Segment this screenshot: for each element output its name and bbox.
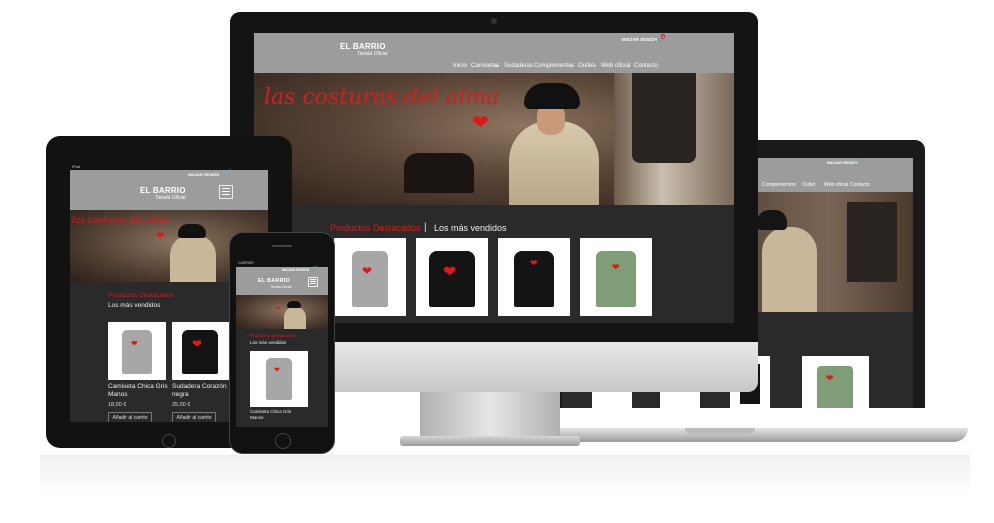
tablet-login-link[interactable]: INICIAR SESIÓN [188, 172, 219, 177]
laptop-nav: Complementos Outlet Web oficial Contacto [762, 182, 913, 192]
heart-icon: ❤ [612, 262, 620, 272]
chevron-down-icon: ▾ [594, 63, 597, 68]
hero-hat [524, 83, 580, 109]
chevron-down-icon: ▾ [570, 63, 573, 68]
floor-reflection [40, 455, 970, 495]
hero-vest-mannequin [632, 73, 696, 163]
nav-outlet[interactable]: Outlet [578, 63, 594, 69]
hero-sewing-machine [404, 153, 474, 193]
brand-logo[interactable]: EL BARRIO [340, 42, 386, 51]
heart-icon: ❤ [443, 264, 457, 281]
nav-web-oficial[interactable]: Web oficial [601, 63, 630, 69]
hamburger-menu-icon[interactable] [308, 277, 318, 287]
nav-contacto[interactable]: Contacto [634, 63, 658, 69]
cart-icon[interactable]: 🛒 [312, 266, 318, 272]
hero-script-text: las costuras del alma [72, 216, 169, 226]
hero-hat [757, 210, 787, 230]
brand-tagline: Tienda Oficial [270, 285, 292, 289]
heart-icon: ❤ [472, 112, 489, 134]
camera-dot [491, 18, 497, 24]
chevron-down-icon: ▾ [496, 63, 499, 68]
product-price-1: 18,00 € [108, 402, 127, 408]
phone-hero: ❤ [236, 295, 328, 329]
phone-speaker [272, 245, 292, 247]
phone-login-link[interactable]: INICIAR SESIÓN [282, 268, 309, 272]
login-link[interactable]: INICIAR SESIÓN [622, 37, 657, 42]
brand-logo[interactable]: EL BARRIO [258, 278, 290, 284]
tablet-home-button[interactable] [162, 434, 176, 448]
add-to-cart-button-1[interactable]: Añadir al carrito [108, 412, 152, 422]
product-name-2[interactable]: Sudadera Corazón negra [172, 383, 232, 399]
product-name-1[interactable]: Camiseta Chica Gris Manos [108, 383, 168, 399]
hero-banner: ❤ las costuras del alma [254, 73, 734, 205]
hero-vest-mannequin [847, 202, 897, 282]
laptop-nav-web-oficial[interactable]: Web oficial [824, 182, 848, 188]
tab-best-sellers[interactable]: Los más vendidos [434, 223, 507, 233]
nav-complementos[interactable]: Complementos [534, 63, 574, 69]
laptop-nav-complementos[interactable]: Complementos [762, 182, 796, 188]
phone-device: CARRIER INICIAR SESIÓN 🛒 EL BARRIO Tiend… [229, 232, 335, 454]
phone-screen: CARRIER INICIAR SESIÓN 🛒 EL BARRIO Tiend… [236, 261, 328, 427]
phone-status-bar: CARRIER [238, 261, 254, 265]
brand-logo[interactable]: EL BARRIO [140, 186, 186, 195]
phone-home-button[interactable] [275, 433, 291, 449]
laptop-nav-outlet[interactable]: Outlet [802, 182, 815, 188]
product-price-2: 25,00 € [172, 402, 191, 408]
nav-sudaderas[interactable]: Sudaderas [504, 63, 533, 69]
laptop-nav-contacto[interactable]: Contacto [850, 182, 870, 188]
hero-man-figure [762, 227, 817, 312]
heart-icon: ❤ [276, 306, 281, 312]
tab-featured[interactable]: Productos Destacados [108, 292, 173, 299]
add-to-cart-button-2[interactable]: Añadir al carrito [172, 412, 216, 422]
heart-icon: ❤ [530, 258, 538, 268]
hero-script-text: las costuras del alma [264, 85, 500, 110]
heart-icon: ❤ [131, 339, 138, 348]
desktop-stand-foot [400, 436, 580, 446]
product-name-1[interactable]: Camiseta Chica Gris Manos [250, 409, 302, 420]
heart-icon: ❤ [192, 337, 203, 351]
hamburger-menu-icon[interactable] [219, 185, 233, 199]
brand-tagline: Tienda Oficial [155, 195, 186, 201]
heart-icon: ❤ [826, 373, 834, 383]
desktop-stand [420, 390, 560, 442]
heart-icon: ❤ [156, 231, 165, 242]
cart-icon[interactable]: 🛒 [854, 158, 861, 165]
brand-tagline: Tienda Oficial [357, 51, 388, 57]
tab-best-sellers[interactable]: Los más vendidos [250, 340, 286, 345]
tab-separator: | [424, 222, 427, 233]
nav-inicio[interactable]: Inicio [453, 63, 467, 69]
tab-best-sellers[interactable]: Los más vendidos [108, 302, 160, 309]
heart-icon: ❤ [362, 264, 373, 278]
heart-icon: ❤ [274, 367, 280, 374]
tab-featured[interactable]: Productos Destacados [330, 223, 421, 233]
cart-icon[interactable]: 🛒 [224, 169, 231, 176]
status-bar: iPad [72, 164, 81, 169]
tab-featured[interactable]: Productos Destacados [250, 333, 295, 338]
